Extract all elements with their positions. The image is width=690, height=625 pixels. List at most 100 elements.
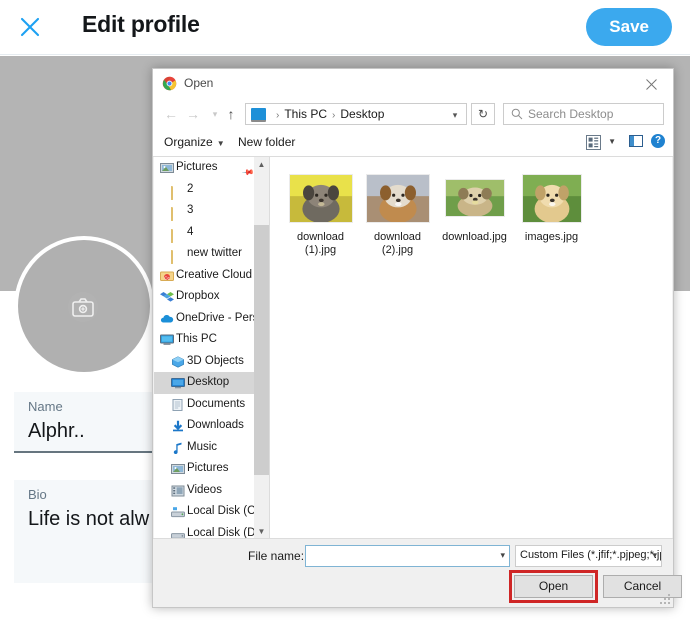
file-type-chevron-down-icon[interactable]: ▾ (652, 550, 657, 561)
organize-label: Organize (164, 135, 213, 149)
sidebar-item-local-disk-d[interactable]: Local Disk (D:) (154, 523, 269, 540)
sidebar-item-this-pc[interactable]: This PC (154, 329, 269, 351)
file-thumbnail-wrapper (513, 167, 590, 229)
sidebar-item-videos[interactable]: Videos (154, 480, 269, 502)
file-thumbnail (366, 174, 429, 222)
new-folder-button[interactable]: New folder (238, 135, 295, 149)
sidebar-item-label: This PC (176, 333, 217, 345)
resize-grip[interactable] (659, 593, 671, 605)
sidebar-item-documents[interactable]: Documents (154, 394, 269, 416)
dropbox-icon (160, 290, 174, 303)
sidebar-item-label: 3 (187, 204, 194, 216)
view-chevron-down-icon[interactable]: ▼ (608, 137, 616, 146)
svg-text:Cc: Cc (164, 275, 170, 280)
this-pc-icon (160, 333, 174, 346)
sidebar-item-3d-objects[interactable]: 3D Objects (154, 351, 269, 373)
music-icon (171, 441, 185, 454)
folder-tree: Pictures 📌 2 3 4 new twitter Cc Creative Cloud … (154, 157, 269, 539)
file-thumbnail (445, 180, 504, 216)
file-thumbnail (522, 174, 581, 222)
sidebar-item-downloads[interactable]: Downloads (154, 415, 269, 437)
file-item[interactable]: download.jpg (436, 167, 513, 257)
sidebar-item-label: new twitter (187, 247, 242, 259)
breadcrumb-item-desktop[interactable]: Desktop (340, 107, 384, 121)
file-name-label: download.jpg (442, 231, 507, 243)
sidebar-item-dropbox[interactable]: Dropbox (154, 286, 269, 308)
file-list-pane[interactable]: download (1).jpg download (2).jpg download… (270, 157, 672, 539)
chevron-down-icon[interactable]: ▼ (254, 524, 269, 539)
breadcrumb-item-this-pc[interactable]: This PC (284, 107, 327, 121)
breadcrumb-separator: › (276, 110, 280, 121)
sidebar-item-label: 4 (187, 225, 194, 238)
file-item[interactable]: download (2).jpg (359, 167, 436, 257)
close-x-icon[interactable] (17, 14, 43, 40)
dialog-titlebar[interactable]: Open (153, 69, 673, 99)
search-input[interactable]: Search Desktop (528, 107, 613, 121)
sidebar-item-creative-cloud-fil[interactable]: Cc Creative Cloud Fil (154, 265, 269, 287)
file-name-chevron-down-icon[interactable]: ▾ (500, 550, 505, 561)
folder-icon (171, 183, 185, 200)
sidebar-item-label: 2 (187, 182, 194, 195)
profile-topbar: Edit profile Save (0, 0, 690, 55)
organize-button[interactable]: Organize ▼ (164, 135, 225, 149)
file-item[interactable]: download (1).jpg (282, 167, 359, 257)
refresh-icon[interactable]: ↻ (471, 103, 495, 125)
sidebar-item-label: Documents (187, 397, 246, 410)
view-options-icon[interactable] (586, 135, 601, 153)
arrow-right-icon[interactable]: → (183, 104, 203, 124)
arrow-up-icon[interactable]: ↑ (221, 104, 241, 124)
navigation-pane-scrollbar[interactable]: ▲ ▼ (254, 157, 269, 539)
file-type-select[interactable]: Custom Files (*.jfif;*.pjpeg;*.jpe ▾ (515, 545, 662, 567)
file-thumbnail-wrapper (282, 167, 359, 229)
sidebar-item-onedrive-person[interactable]: OneDrive - Person (154, 308, 269, 330)
sidebar-item-label: Local Disk (C:) (187, 505, 263, 517)
dialog-navbar: ← → ▾ ↑ › This PC › Desktop ▾ ↻ Search D… (153, 99, 673, 129)
folder-icon (171, 247, 185, 264)
downloads-icon (171, 419, 185, 432)
address-bar[interactable]: › This PC › Desktop ▾ (245, 103, 467, 125)
address-chevron-down-icon[interactable]: ▾ (448, 108, 462, 122)
chevron-up-icon[interactable]: ▲ (254, 157, 269, 172)
file-name-label: File name: (248, 549, 305, 563)
sidebar-item-4[interactable]: 4 (154, 222, 269, 244)
sidebar-item-label: Pictures (176, 161, 218, 173)
camera-icon[interactable] (68, 292, 98, 322)
sidebar-item-label: Pictures (187, 462, 229, 474)
preview-pane-icon[interactable] (629, 135, 643, 147)
onedrive-icon (160, 312, 174, 325)
close-icon[interactable] (631, 69, 673, 98)
sidebar-item-2[interactable]: 2 (154, 179, 269, 201)
file-name-input[interactable]: ▾ (305, 545, 510, 567)
file-item[interactable]: images.jpg (513, 167, 590, 257)
open-file-dialog: Open ← → ▾ ↑ › This PC › Desktop ▾ ↻ Sea… (152, 68, 682, 608)
sidebar-item-local-disk-c[interactable]: Local Disk (C:) (154, 501, 269, 523)
chrome-icon (162, 76, 177, 91)
search-box[interactable]: Search Desktop (503, 103, 664, 125)
help-icon[interactable]: ? (651, 134, 665, 148)
file-type-value: Custom Files (*.jfif;*.pjpeg;*.jpe (520, 549, 662, 561)
page-title: Edit profile (82, 11, 200, 37)
file-thumbnail-wrapper (359, 167, 436, 229)
system-disk-icon (171, 505, 185, 518)
save-button[interactable]: Save (586, 8, 672, 46)
sidebar-item-new-twitter[interactable]: new twitter (154, 243, 269, 265)
sidebar-item-pictures[interactable]: Pictures 📌 (154, 157, 269, 179)
sidebar-item-music[interactable]: Music (154, 437, 269, 459)
file-thumbnail-wrapper (436, 167, 513, 229)
arrow-left-icon[interactable]: ← (161, 104, 181, 124)
navigation-pane: Pictures 📌 2 3 4 new twitter Cc Creative Cloud … (154, 157, 269, 539)
sidebar-item-desktop[interactable]: Desktop (154, 372, 269, 394)
breadcrumb-separator: › (332, 110, 336, 121)
open-button[interactable]: Open (514, 575, 593, 598)
file-name-label: download (2).jpg (373, 231, 422, 256)
sidebar-item-label: Local Disk (D:) (187, 526, 263, 539)
scrollbar-thumb[interactable] (254, 225, 269, 475)
breadcrumb: › This PC › Desktop (271, 107, 384, 121)
file-thumbnail (289, 174, 352, 222)
sidebar-item-label: Dropbox (176, 290, 220, 302)
sidebar-item-3[interactable]: 3 (154, 200, 269, 222)
sidebar-item-pictures[interactable]: Pictures (154, 458, 269, 480)
sidebar-item-label: Downloads (187, 419, 244, 431)
pictures-icon (160, 161, 174, 174)
desktop-icon (171, 376, 185, 389)
